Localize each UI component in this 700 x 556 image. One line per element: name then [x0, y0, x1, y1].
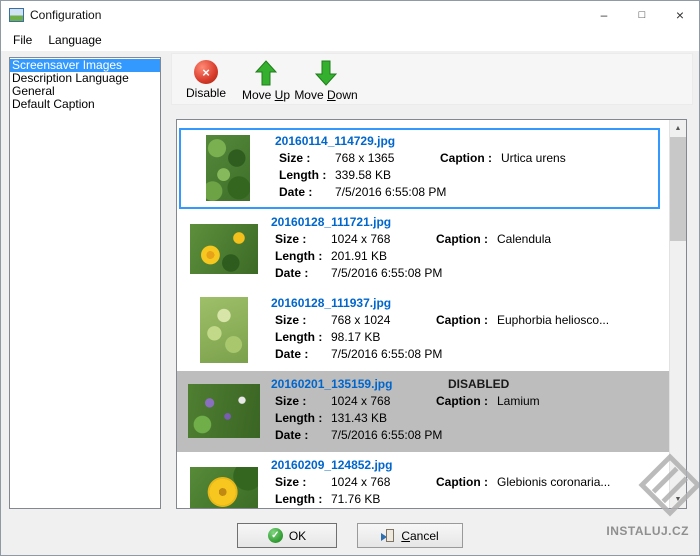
minimize-icon: – [601, 8, 608, 22]
category-listbox: Screensaver Images Description Language … [9, 57, 161, 509]
cancel-button[interactable]: Cancel [357, 523, 463, 548]
caption-label: Caption : [432, 475, 494, 489]
image-thumbnail [177, 215, 271, 283]
image-filename: 20160114_114729.jpg [275, 134, 436, 148]
scroll-up-button[interactable]: ▲ [670, 120, 686, 137]
date-value: 7/5/2016 6:55:08 PM [332, 185, 436, 199]
size-label: Size : [271, 394, 328, 408]
size-label: Size : [275, 151, 332, 165]
length-label: Length : [275, 168, 332, 182]
watermark-logo [638, 453, 700, 517]
disable-icon: × [194, 60, 218, 84]
window-title: Configuration [30, 8, 101, 22]
length-label: Length : [271, 411, 328, 425]
image-rows: 20160114_114729.jpg Size : 768 x 1365 Ca… [177, 120, 669, 508]
caption-value: Calendula [494, 232, 669, 246]
length-label: Length : [271, 330, 328, 344]
caption-label: Caption : [432, 313, 494, 327]
date-value: 7/5/2016 6:55:08 PM [328, 347, 432, 361]
image-thumbnail [177, 458, 271, 508]
date-value: 7/5/2016 6:55:08 PM [328, 266, 432, 280]
length-value: 71.76 KB [328, 492, 432, 506]
dialog-footer: ✓ OK Cancel [1, 523, 699, 549]
maximize-button[interactable]: □ [623, 1, 661, 29]
app-icon [9, 8, 24, 22]
scroll-up-icon: ▲ [675, 125, 682, 132]
image-list-item[interactable]: 20160114_114729.jpg Size : 768 x 1365 Ca… [179, 128, 660, 209]
move-down-icon [315, 60, 337, 86]
length-label: Length : [271, 249, 328, 263]
size-value: 1024 x 768 [328, 475, 432, 489]
size-value: 1024 x 768 [328, 232, 432, 246]
close-icon: × [676, 7, 684, 23]
date-label: Date : [271, 428, 328, 442]
image-filename: 20160201_135159.jpg [271, 377, 432, 391]
date-label: Date : [275, 185, 332, 199]
image-thumbnail [177, 296, 271, 364]
image-list-item[interactable]: 20160209_124852.jpg Size : 1024 x 768 Ca… [177, 452, 669, 508]
length-value: 201.91 KB [328, 249, 432, 263]
size-value: 768 x 1365 [332, 151, 436, 165]
image-thumbnail [181, 134, 275, 202]
date-value: 7/5/2016 6:55:08 PM [328, 428, 432, 442]
maximize-icon: □ [639, 9, 646, 21]
watermark-text: INSTALUJ.CZ [606, 524, 689, 538]
caption-value: Euphorbia heliosco... [494, 313, 669, 327]
caption-label: Caption : [432, 394, 494, 408]
image-filename: 20160128_111721.jpg [271, 215, 432, 229]
length-label: Length : [271, 492, 328, 506]
length-value: 339.58 KB [332, 168, 436, 182]
image-list-item-disabled[interactable]: 20160201_135159.jpg DISABLED Size : 1024… [177, 371, 669, 452]
size-value: 1024 x 768 [328, 394, 432, 408]
disabled-badge: DISABLED [432, 377, 669, 391]
sidebar-item-default-caption[interactable]: Default Caption [10, 98, 160, 111]
image-filename: 20160209_124852.jpg [271, 458, 432, 472]
close-button[interactable]: × [661, 1, 699, 29]
scrollbar-thumb[interactable] [670, 137, 686, 241]
image-list-item[interactable]: 20160128_111721.jpg Size : 1024 x 768 Ca… [177, 209, 669, 290]
disable-button[interactable]: × Disable [178, 57, 234, 101]
image-thumbnail [177, 377, 271, 445]
caption-value: Lamium [494, 394, 669, 408]
move-down-button[interactable]: Move Down [298, 57, 354, 103]
ok-icon: ✓ [268, 528, 283, 543]
menu-bar: File Language [1, 29, 699, 51]
ok-label: OK [289, 529, 306, 543]
caption-label: Caption : [432, 232, 494, 246]
minimize-button[interactable]: – [585, 1, 623, 29]
window-controls: – □ × [585, 1, 699, 29]
date-label: Date : [271, 347, 328, 361]
content-area: Screensaver Images Description Language … [1, 51, 699, 555]
cancel-label: Cancel [401, 529, 438, 543]
ok-button[interactable]: ✓ OK [237, 523, 337, 548]
title-bar[interactable]: Configuration – □ × [1, 1, 699, 29]
cancel-icon [381, 528, 395, 543]
length-value: 131.43 KB [328, 411, 432, 425]
menu-file[interactable]: File [5, 30, 40, 50]
size-label: Size : [271, 475, 328, 489]
image-toolbar: × Disable Move Up Move Down [171, 53, 693, 105]
menu-language[interactable]: Language [40, 30, 109, 50]
size-label: Size : [271, 232, 328, 246]
size-label: Size : [271, 313, 328, 327]
image-list-item[interactable]: 20160128_111937.jpg Size : 768 x 1024 Ca… [177, 290, 669, 371]
move-up-label: Move Up [242, 88, 290, 102]
caption-label: Caption : [436, 151, 498, 165]
move-down-label: Move Down [294, 88, 357, 102]
image-filename: 20160128_111937.jpg [271, 296, 432, 310]
caption-value: Urtica urens [498, 151, 658, 165]
disable-label: Disable [186, 86, 226, 100]
length-value: 98.17 KB [328, 330, 432, 344]
vertical-scrollbar[interactable]: ▲ ▼ [669, 120, 686, 508]
image-list: 20160114_114729.jpg Size : 768 x 1365 Ca… [176, 119, 687, 509]
configuration-window: Configuration – □ × File Language Screen… [0, 0, 700, 556]
date-label: Date : [271, 266, 328, 280]
size-value: 768 x 1024 [328, 313, 432, 327]
move-up-icon [255, 60, 277, 86]
move-up-button[interactable]: Move Up [238, 57, 294, 103]
